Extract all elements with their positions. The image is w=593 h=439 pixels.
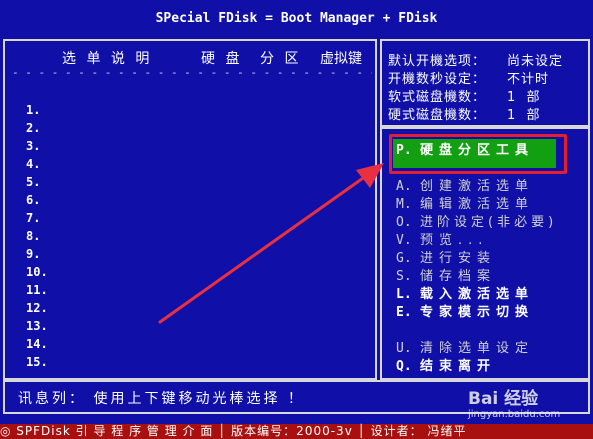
- watermark-brand: Bai 经验: [468, 389, 539, 409]
- watermark-url: jingyan.baidu.com: [468, 409, 561, 420]
- watermark: Bai 经验 jingyan.baidu.com: [468, 384, 593, 424]
- annotation-arrow-icon: [158, 163, 384, 324]
